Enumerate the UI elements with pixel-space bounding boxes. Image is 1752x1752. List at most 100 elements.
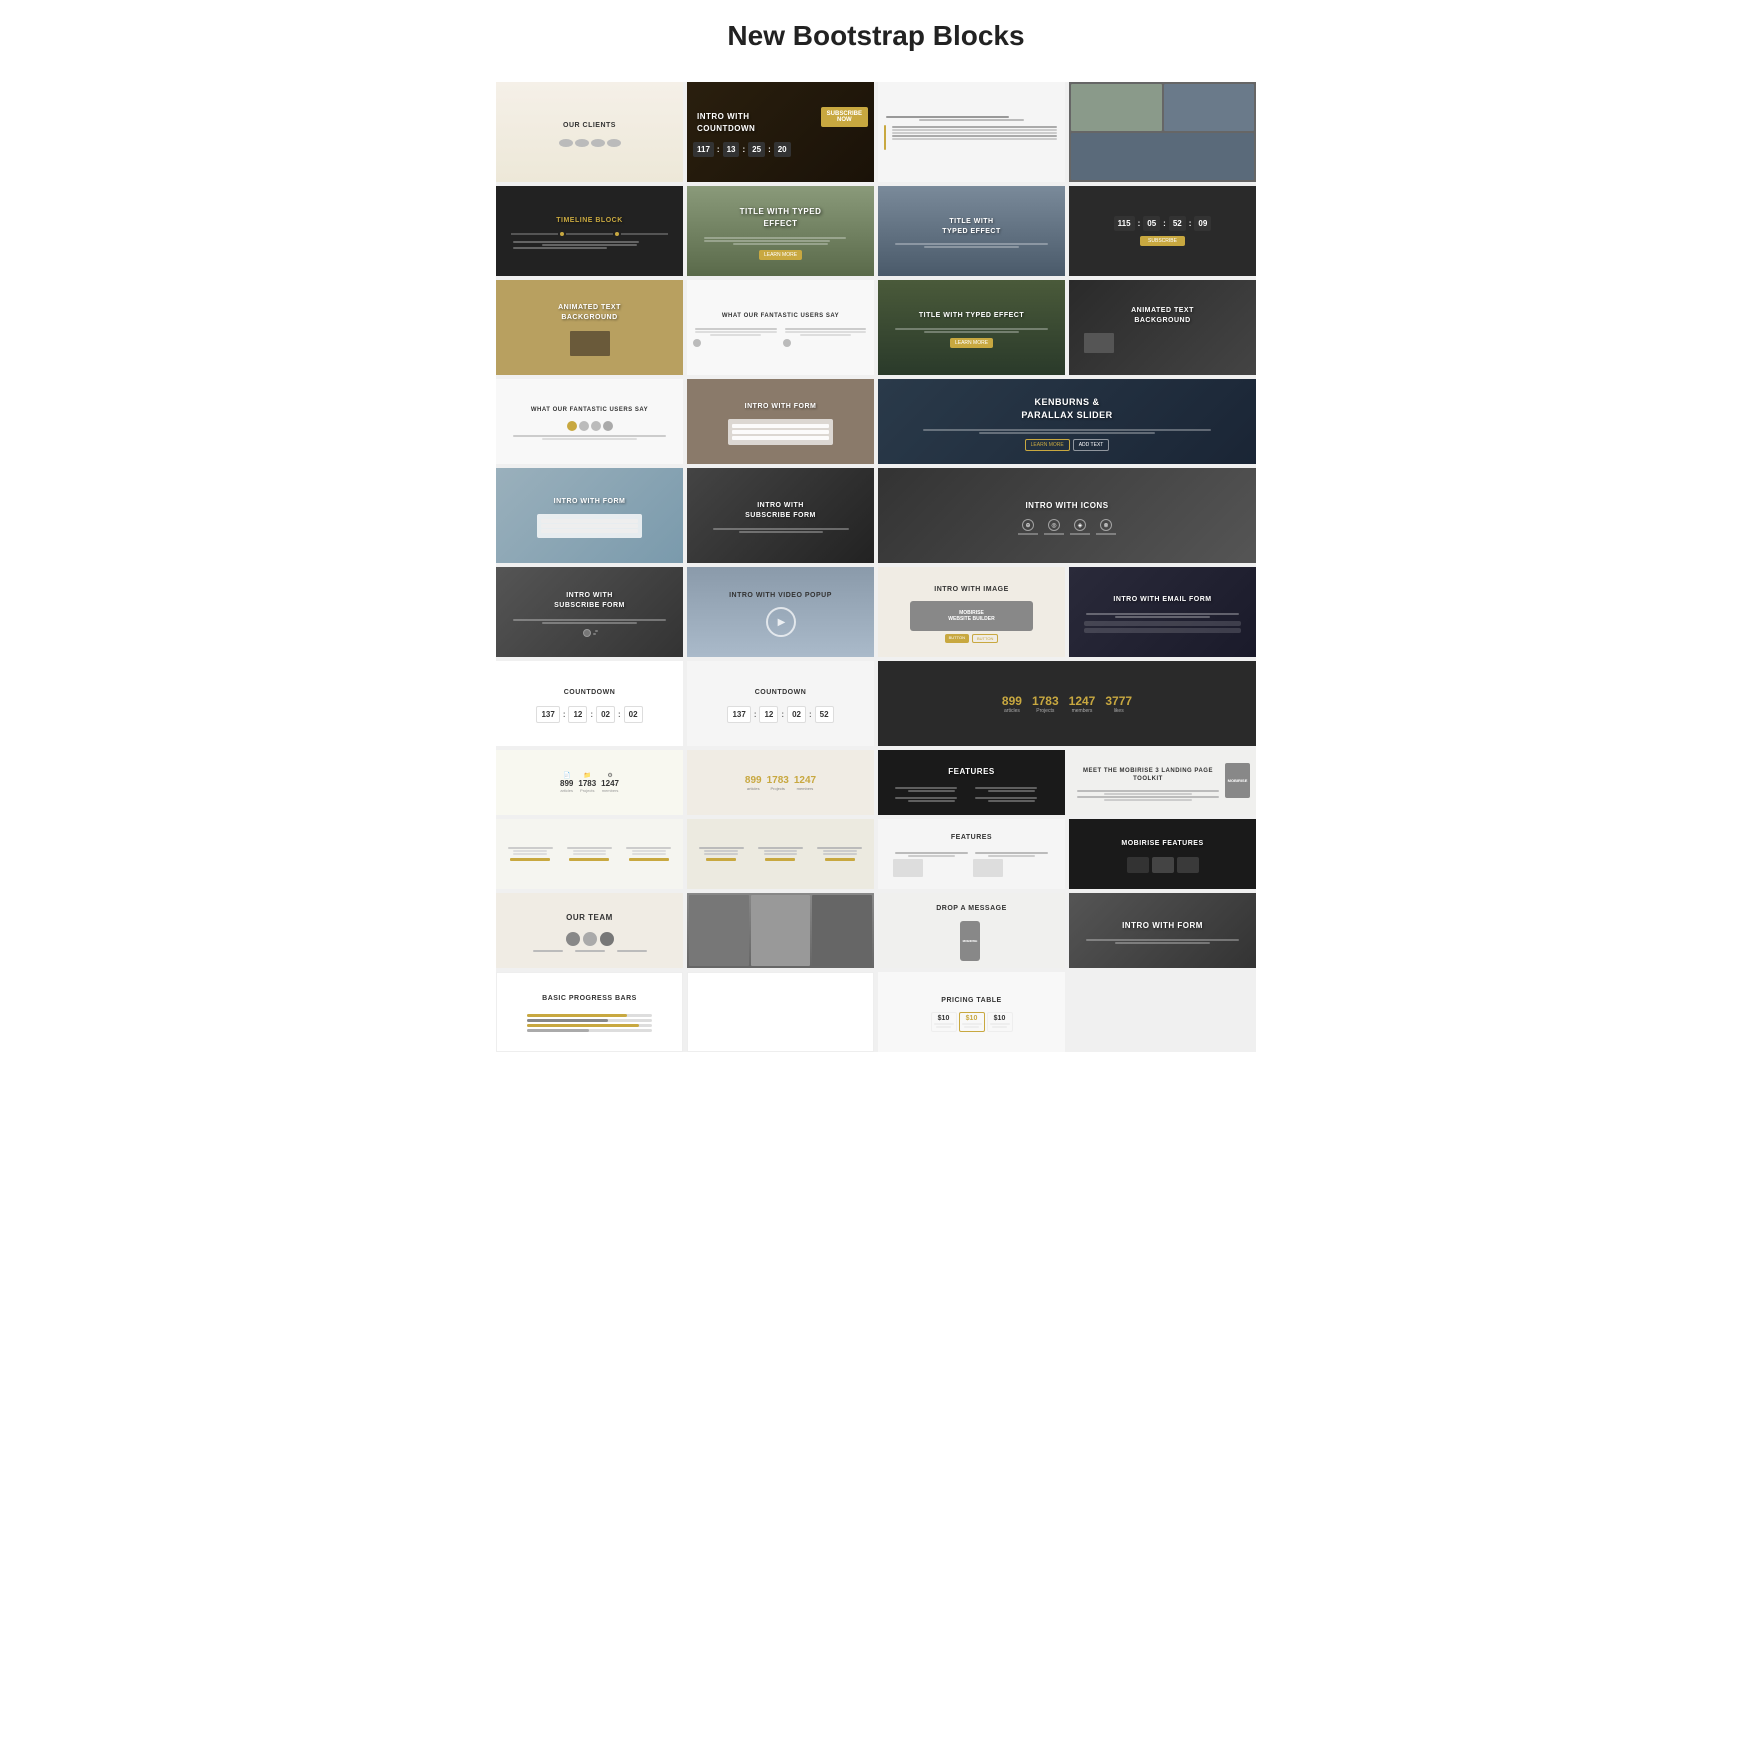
title-typed-laptop-label: TITLE WITHTYPED EFFECT xyxy=(938,213,1005,241)
our-team-label: OUR TEAM xyxy=(562,908,617,927)
block-counters-dark[interactable]: 899 articles 1783 Projects 1247 members … xyxy=(878,661,1256,746)
cdw2-mins: 02 xyxy=(787,706,806,723)
block-services-light[interactable] xyxy=(496,819,683,889)
block-toolkit[interactable]: MEET THE MOBIRISE 3 LANDING PAGE TOOLKIT… xyxy=(1069,750,1256,815)
block-fantastic-users2[interactable]: WHAT OUR FANTASTIC USERS SAY xyxy=(496,379,683,464)
cd-days: 115 xyxy=(1114,216,1135,231)
block-pricing-table[interactable]: PRICING TABLE $10 $10 $10 xyxy=(878,972,1065,1052)
block-counter-mid[interactable]: 899 articles 1783 Projects 1247 members xyxy=(687,750,874,815)
features-lg-label: FEATURES xyxy=(947,829,996,847)
block-intro-email[interactable]: INTRO WITH EMAIL FORM xyxy=(1069,567,1256,657)
cm-c: 1247 xyxy=(794,775,816,786)
kenburns-label: KENBURNS &PARALLAX SLIDER xyxy=(1017,392,1116,425)
block-features-lg[interactable]: FEATURES xyxy=(878,819,1065,889)
block-progress-bars[interactable]: Basic Progress Bars xyxy=(496,972,683,1052)
intro-subscribe-label: INTRO WITHSUBSCRIBE FORM xyxy=(741,497,820,525)
block-our-clients[interactable]: OUR CLIENTS xyxy=(496,82,683,182)
cd-secs: 09 xyxy=(1194,216,1211,231)
intro-form-bot-label: INTRO WITH FORM xyxy=(1118,916,1207,935)
kenburns-btn2[interactable]: ADD TEXT xyxy=(1073,439,1110,451)
title-typed-mountain-label: TITLE WITH TYPEDEFFECT xyxy=(736,202,826,232)
block-intro-image[interactable]: INTRO WITH IMAGE MOBIRISEWEBSITE BUILDER… xyxy=(878,567,1065,657)
learn-btn-forest[interactable]: LEARN MORE xyxy=(950,338,993,348)
block-intro-video[interactable]: INTRO WITH VIDEO POPUP ▶ xyxy=(687,567,874,657)
intro-video-label: INTRO WITH VIDEO POPUP xyxy=(725,587,836,605)
block-milestones[interactable] xyxy=(878,82,1065,182)
fantastic-users2-label: WHAT OUR FANTASTIC USERS SAY xyxy=(527,402,652,418)
block-intro-sub-form-r6[interactable]: INTRO WITHSUBSCRIBE FORM xyxy=(496,567,683,657)
cdw1-days: 137 xyxy=(536,706,559,723)
block-team-photos[interactable] xyxy=(687,893,874,968)
block-countdown-dark[interactable]: 115 : 05 : 52 : 09 SUBSCRIBE xyxy=(1069,186,1256,276)
kenburns-btn1[interactable]: LEARN MORE xyxy=(1025,439,1070,451)
page-wrapper: New Bootstrap Blocks OUR CLIENTS INTRO W… xyxy=(496,20,1256,1052)
cdw2-secs: 52 xyxy=(815,706,834,723)
typed-forest-label: TITLE WITH TYPED EFFECT xyxy=(915,307,1028,325)
price3: $10 xyxy=(990,1015,1010,1022)
cd-mins: 52 xyxy=(1169,216,1186,231)
cm-a: 899 xyxy=(745,775,762,786)
progress-bars-label: Basic Progress Bars xyxy=(538,990,641,1008)
cdw1-mins: 02 xyxy=(596,706,615,723)
cdw1-hours: 12 xyxy=(568,706,587,723)
timeline-label: TIMELINE BLOCK xyxy=(552,212,627,230)
block-mobirise-features[interactable]: MOBIRISE FEATURES xyxy=(1069,819,1256,889)
features-dark-label: FEATURES xyxy=(944,762,999,781)
block-animated-text-gold[interactable]: ANIMATED TEXTBACKGROUND xyxy=(496,280,683,375)
countdown-days: 117 xyxy=(693,142,714,157)
img-btn1[interactable]: BUTTON xyxy=(945,634,969,643)
counter-a: 899 xyxy=(1002,694,1022,708)
our-clients-label: OUR CLIENTS xyxy=(559,117,620,135)
block-countdown-w2[interactable]: COUNTDOWN 137 : 12 : 02 : 52 xyxy=(687,661,874,746)
block-photo-top-right[interactable] xyxy=(1069,82,1256,182)
block-title-typed-mountain[interactable]: TITLE WITH TYPEDEFFECT LEARN MORE xyxy=(687,186,874,276)
cm-b: 1783 xyxy=(767,775,789,786)
countdown-w2-label: COUNTDOWN xyxy=(751,684,811,702)
learn-more-btn[interactable]: LEARN MORE xyxy=(759,250,802,260)
block-intro-subscribe[interactable]: INTRO WITHSUBSCRIBE FORM xyxy=(687,468,874,563)
page-title: New Bootstrap Blocks xyxy=(496,20,1256,52)
animated-text-dark-label: ANIMATED TEXTBACKGROUND xyxy=(1127,302,1198,330)
img-btn2[interactable]: BUTTON xyxy=(972,634,998,643)
block-features-dark[interactable]: FEATURES xyxy=(878,750,1065,815)
block-services-mid[interactable] xyxy=(687,819,874,889)
intro-icons-label: INTRO WITH ICONS xyxy=(1021,496,1112,515)
block-intro-form-blur[interactable]: INTRO WITH FORM xyxy=(496,468,683,563)
fantastic-users-label: WHAT OUR FANTASTIC USERS SAY xyxy=(718,308,843,324)
ci-b: 1783 xyxy=(578,779,596,788)
block-drop-message[interactable]: DROP A MESSAGE MOBIRISE xyxy=(878,893,1065,968)
block-counter-icons[interactable]: 📄 899 articles 📁 1783 Projects ⚙ 1247 me… xyxy=(496,750,683,815)
block-kenburns[interactable]: KENBURNS &PARALLAX SLIDER LEARN MORE ADD… xyxy=(878,379,1256,464)
block-our-team[interactable]: OUR TEAM xyxy=(496,893,683,968)
block-intro-icons[interactable]: INTRO WITH ICONS ⊕ ◎ xyxy=(878,468,1256,563)
block-fantastic-users[interactable]: WHAT OUR FANTASTIC USERS SAY xyxy=(687,280,874,375)
countdown-mins: 25 xyxy=(748,142,765,157)
toolkit-label: MEET THE MOBIRISE 3 LANDING PAGE TOOLKIT xyxy=(1075,763,1221,788)
intro-email-label: INTRO WITH EMAIL FORM xyxy=(1109,591,1215,609)
ci-a: 899 xyxy=(560,779,573,788)
block-intro-form-photo-row4[interactable]: INTRO WITH FORM xyxy=(687,379,874,464)
intro-form-photo-label: INTRO WITH FORM xyxy=(741,398,821,416)
block-countdown-w1[interactable]: COUNTDOWN 137 : 12 : 02 : 02 xyxy=(496,661,683,746)
intro-sub-form-r6-label: INTRO WITHSUBSCRIBE FORM xyxy=(550,587,629,615)
intro-image-label: INTRO WITH IMAGE xyxy=(930,581,1013,599)
subscribe-dark-btn[interactable]: SUBSCRIBE xyxy=(1140,236,1185,246)
block-title-typed-laptop[interactable]: TITLE WITHTYPED EFFECT xyxy=(878,186,1065,276)
block-intro-form-bottom[interactable]: INTRO WITH FORM xyxy=(1069,893,1256,968)
counter-d-label: likes xyxy=(1105,708,1132,714)
block-timeline[interactable]: TIMELINE BLOCK xyxy=(496,186,683,276)
counter-a-label: articles xyxy=(1002,708,1022,714)
cd-hours: 05 xyxy=(1143,216,1160,231)
block-typed-forest[interactable]: TITLE WITH TYPED EFFECT LEARN MORE xyxy=(878,280,1065,375)
counter-c-label: members xyxy=(1069,708,1096,714)
intro-countdown-label: INTRO WITHCOUNTDOWN xyxy=(693,107,791,137)
price2: $10 xyxy=(962,1015,982,1022)
block-animated-text-dark[interactable]: ANIMATED TEXTBACKGROUND xyxy=(1069,280,1256,375)
subscribe-now-btn[interactable]: SUBSCRIBENOW xyxy=(821,107,868,127)
mobirise-features-label: MOBIRISE FEATURES xyxy=(1117,835,1207,853)
countdown-w1-label: COUNTDOWN xyxy=(560,684,620,702)
ci-c: 1247 xyxy=(601,779,619,788)
play-btn[interactable]: ▶ xyxy=(766,607,796,637)
block-intro-countdown[interactable]: INTRO WITHCOUNTDOWN 117 : 13 : 25 : 20 S… xyxy=(687,82,874,182)
counter-b-label: Projects xyxy=(1032,708,1059,714)
